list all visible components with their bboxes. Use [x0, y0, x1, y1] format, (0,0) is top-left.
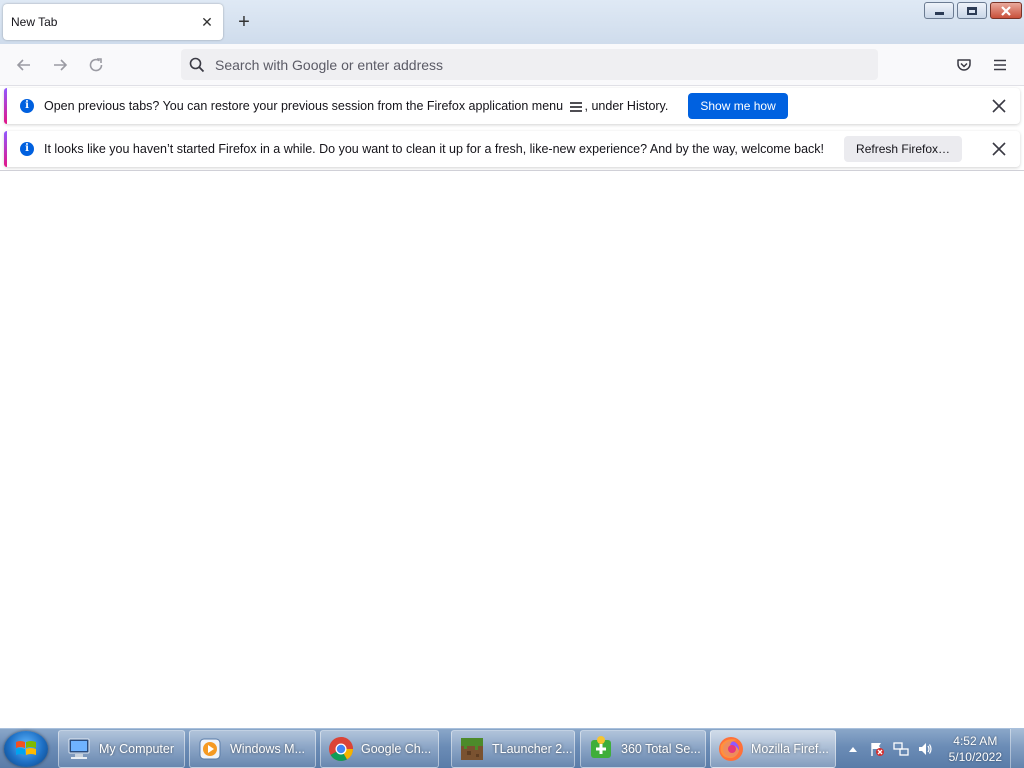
close-icon [992, 99, 1006, 113]
taskbar-clock[interactable]: 4:52 AM 5/10/2022 [949, 733, 1002, 765]
taskbar-item-tlauncher[interactable]: TLauncher 2... [451, 730, 575, 768]
reload-icon [89, 58, 103, 72]
show-hidden-icons-icon[interactable] [844, 740, 862, 758]
hamburger-menu-icon [994, 59, 1006, 71]
dismiss-notification-button[interactable] [990, 140, 1008, 158]
360-security-icon [587, 735, 615, 763]
firefox-icon [717, 735, 745, 763]
address-bar[interactable] [181, 49, 878, 80]
start-button[interactable] [4, 731, 48, 767]
reload-button[interactable] [85, 54, 107, 76]
taskbar-item-windows-media[interactable]: Windows M... [189, 730, 316, 768]
notification-message: It looks like you haven’t started Firefo… [44, 142, 825, 156]
search-input[interactable] [215, 56, 878, 73]
navigation-toolbar [0, 44, 1024, 86]
notification-heading: Open previous tabs? [44, 99, 160, 113]
clock-date: 5/10/2022 [948, 750, 1002, 764]
taskbar-item-google-chrome[interactable]: Google Ch... [320, 730, 439, 768]
notification-message: Open previous tabs? You can restore your… [44, 99, 668, 113]
show-desktop-button[interactable] [1010, 729, 1024, 768]
tab-strip: New Tab ✕ + [0, 0, 1024, 44]
action-center-flag-icon[interactable] [868, 740, 886, 758]
computer-icon [65, 735, 93, 763]
minimize-button[interactable] [924, 2, 954, 19]
windows-logo-icon [16, 741, 36, 755]
notification-body: You can restore your previous session fr… [159, 99, 567, 113]
restore-session-notification: i Open previous tabs? You can restore yo… [4, 88, 1020, 124]
forward-arrow-icon [54, 59, 68, 71]
close-icon [992, 142, 1006, 156]
back-arrow-icon [16, 59, 30, 71]
close-window-button[interactable] [990, 2, 1022, 19]
taskbar-item-label: TLauncher 2... [492, 742, 573, 756]
restore-icon [967, 6, 977, 15]
back-button[interactable] [13, 54, 35, 76]
tab-new-tab[interactable]: New Tab ✕ [3, 4, 223, 40]
restore-button[interactable] [957, 2, 987, 19]
dismiss-notification-button[interactable] [990, 97, 1008, 115]
network-icon[interactable] [892, 740, 910, 758]
content-divider [0, 170, 1024, 171]
tab-title: New Tab [11, 15, 58, 29]
forward-button[interactable] [49, 54, 71, 76]
minimize-icon [934, 12, 944, 15]
hamburger-menu-icon [569, 102, 582, 112]
search-icon [189, 57, 205, 72]
taskbar-item-my-computer[interactable]: My Computer [58, 730, 185, 768]
minecraft-block-icon [458, 735, 486, 763]
info-icon: i [20, 99, 34, 113]
media-player-icon [196, 735, 224, 763]
app-menu-button[interactable] [989, 54, 1011, 76]
close-icon [1001, 5, 1011, 16]
refresh-firefox-notification: i It looks like you haven’t started Fire… [4, 131, 1020, 167]
chrome-icon [327, 735, 355, 763]
taskbar-item-mozilla-firefox[interactable]: Mozilla Firef... [710, 730, 836, 768]
taskbar-item-label: Google Ch... [361, 742, 432, 756]
new-tab-button[interactable]: + [233, 11, 255, 33]
pocket-icon [957, 59, 971, 71]
pocket-button[interactable] [953, 54, 975, 76]
volume-icon[interactable] [916, 740, 934, 758]
taskbar-item-label: My Computer [99, 742, 175, 756]
clock-time: 4:52 AM [953, 734, 998, 748]
tab-close-icon[interactable]: ✕ [199, 14, 215, 30]
taskbar-item-360-total-security[interactable]: 360 Total Se... [580, 730, 706, 768]
windows-taskbar: My Computer Windows M... Google Ch... TL… [0, 728, 1024, 768]
taskbar-item-label: 360 Total Se... [621, 742, 701, 756]
notification-body-end: , under History. [584, 99, 669, 113]
info-icon: i [20, 142, 34, 156]
taskbar-item-label: Windows M... [230, 742, 306, 756]
window-controls [924, 2, 1022, 19]
show-me-how-button[interactable]: Show me how [688, 93, 788, 119]
taskbar-item-label: Mozilla Firef... [751, 742, 829, 756]
refresh-firefox-button[interactable]: Refresh Firefox… [844, 136, 963, 162]
